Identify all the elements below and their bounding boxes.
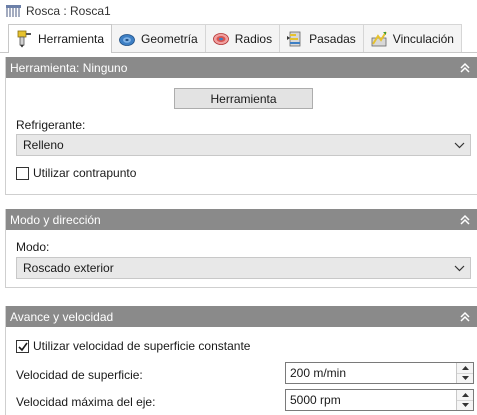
chevron-down-icon [454,265,465,271]
spin-down-button[interactable] [457,400,473,410]
spin-up-icon [461,392,469,397]
tailstock-checkbox[interactable] [16,166,29,180]
collapse-icon[interactable] [459,311,471,323]
feed-panel-header[interactable]: Avance y velocidad [6,306,477,327]
max-spindle-spinner[interactable] [285,389,474,411]
feed-panel: Avance y velocidad Utilizar velocidad de… [5,306,477,415]
spin-up-button[interactable] [457,363,473,374]
css-checkbox-row[interactable]: Utilizar velocidad de superficie constan… [16,339,250,353]
max-spindle-label: Velocidad máxima del eje: [16,395,156,409]
css-label: Utilizar velocidad de superficie constan… [33,339,251,353]
spin-down-button[interactable] [457,373,473,383]
tab-vinculacion[interactable]: Vinculación [362,24,462,52]
tab-label: Radios [234,31,273,46]
collapse-icon[interactable] [459,214,471,226]
mode-label: Modo: [16,240,50,254]
tailstock-label: Utilizar contrapunto [33,166,137,180]
tailstock-checkbox-row[interactable]: Utilizar contrapunto [16,166,136,180]
spin-up-button[interactable] [457,390,473,401]
mode-panel-header[interactable]: Modo y dirección [6,209,477,230]
coolant-label: Refrigerante: [16,118,86,132]
collapse-icon[interactable] [459,62,471,74]
max-spindle-input[interactable] [286,390,456,410]
tool-panel: Herramienta: Ninguno Herramienta Refrige… [5,57,477,195]
mode-select[interactable]: Roscado exterior [16,257,471,279]
tab-pasadas[interactable]: Pasadas [279,24,364,52]
panel-title: Herramienta: Ninguno [10,60,128,75]
spin-down-icon [461,376,469,381]
thread-icon [6,5,21,17]
radii-icon [212,32,229,45]
tool-select-button[interactable]: Herramienta [174,88,313,109]
panel-title: Modo y dirección [10,212,101,227]
tab-label: Vinculación [392,31,454,46]
tab-label: Geometría [141,31,198,46]
title-bar: Rosca : Rosca1 [0,0,477,22]
tab-label: Pasadas [309,31,356,46]
window-title: Rosca : Rosca1 [26,4,111,18]
surface-speed-input[interactable] [286,363,456,383]
spin-up-icon [461,365,469,370]
tab-strip: Herramienta Geometría Radios Pasadas Vin… [8,24,462,53]
coolant-value: Relleno [23,138,64,152]
tab-label: Herramienta [38,32,105,46]
mode-value: Roscado exterior [23,261,114,275]
spinner-buttons [456,363,473,383]
tab-radios[interactable]: Radios [204,24,281,52]
check-icon [18,342,28,351]
passes-icon [287,31,301,46]
mode-panel: Modo y dirección Modo: Roscado exterior [5,209,477,288]
tool-holder-icon [17,30,31,48]
geometry-icon [119,33,135,46]
spin-down-icon [461,403,469,408]
chevron-down-icon [454,142,465,148]
panel-title: Avance y velocidad [10,309,114,324]
linking-icon [371,30,387,46]
tab-geometria[interactable]: Geometría [111,24,206,52]
coolant-select[interactable]: Relleno [16,134,471,156]
surface-speed-spinner[interactable] [285,362,474,384]
surface-speed-label: Velocidad de superficie: [16,368,143,382]
css-checkbox[interactable] [16,339,29,353]
spinner-buttons [456,390,473,410]
tool-panel-header[interactable]: Herramienta: Ninguno [6,57,477,78]
tab-herramienta[interactable]: Herramienta [8,24,113,53]
